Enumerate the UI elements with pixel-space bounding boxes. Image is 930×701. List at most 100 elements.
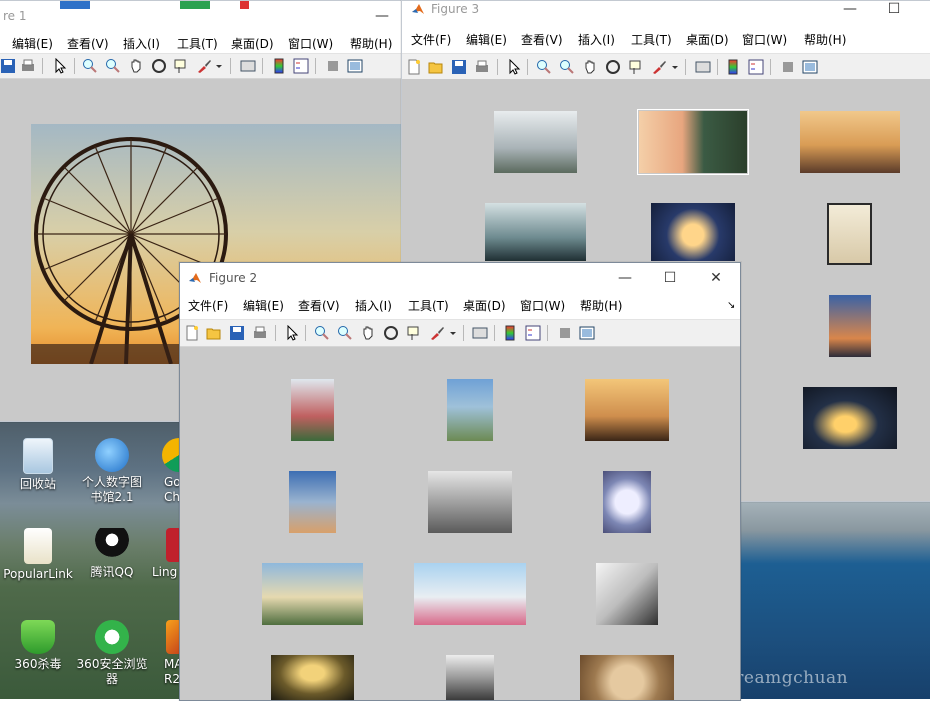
brush-icon[interactable]	[196, 58, 212, 74]
pointer-icon[interactable]	[284, 325, 300, 341]
menu-tools[interactable]: 工具(T)	[177, 35, 218, 52]
dock-arrow-icon[interactable]: ↘	[727, 300, 735, 311]
chevron-down-icon[interactable]	[448, 325, 458, 341]
hide-plot-tools-icon[interactable]	[557, 325, 573, 341]
brush-icon[interactable]	[651, 59, 667, 75]
figure-3-titlebar[interactable]: Figure 3 — ☐	[402, 1, 930, 21]
new-figure-icon[interactable]	[184, 325, 200, 341]
desktop-icon-360-antivirus[interactable]: 360杀毒	[0, 620, 76, 672]
thumbnail-ferris-wheel-buildings[interactable]	[494, 111, 577, 173]
thumbnail-eiffel-tower-dusk[interactable]	[800, 111, 900, 173]
menu-desktop[interactable]: 桌面(D)	[231, 35, 274, 52]
open-folder-icon[interactable]	[206, 325, 222, 341]
thumbnail-eiffel-tower-lights[interactable]	[803, 387, 897, 449]
show-plot-tools-icon[interactable]	[347, 58, 363, 74]
figure-2-titlebar[interactable]: Figure 2 — ☐ ✕	[180, 263, 740, 293]
menu-window[interactable]: 窗口(W)	[288, 35, 333, 52]
minimize-button[interactable]: —	[602, 263, 648, 293]
link-plot-icon[interactable]	[240, 58, 256, 74]
desktop-icon-qq[interactable]: 腾讯QQ	[74, 528, 150, 580]
hide-plot-tools-icon[interactable]	[325, 58, 341, 74]
data-cursor-icon[interactable]	[628, 59, 644, 75]
rotate-3d-icon[interactable]	[151, 58, 167, 74]
data-cursor-icon[interactable]	[173, 58, 189, 74]
thumbnail-stone-bridge-snow[interactable]	[428, 471, 512, 533]
link-plot-icon[interactable]	[472, 325, 488, 341]
zoom-in-icon[interactable]	[536, 59, 552, 75]
thumbnail-ferris-wheel-sunset-selected[interactable]	[637, 109, 749, 175]
open-folder-icon[interactable]	[428, 59, 444, 75]
thumbnail-eiffel-tower-gold[interactable]	[271, 655, 354, 700]
menu-insert[interactable]: 插入(I)	[578, 31, 615, 48]
zoom-in-icon[interactable]	[82, 58, 98, 74]
menu-help[interactable]: 帮助(H)	[580, 297, 622, 314]
thumbnail-eiffel-tower-noise[interactable]	[596, 563, 658, 625]
figure-1-titlebar[interactable]: re 1 —	[0, 1, 403, 31]
thumbnail-eiffel-tower-blue-sky[interactable]	[289, 471, 336, 533]
zoom-out-icon[interactable]	[559, 59, 575, 75]
pointer-icon[interactable]	[506, 59, 522, 75]
menu-view[interactable]: 查看(V)	[67, 35, 109, 52]
menu-file[interactable]: 文件(F)	[188, 297, 228, 314]
desktop-icon-lingoes[interactable]: Ling	[150, 528, 182, 580]
pan-hand-icon[interactable]	[128, 58, 144, 74]
pan-hand-icon[interactable]	[360, 325, 376, 341]
link-plot-icon[interactable]	[695, 59, 711, 75]
pointer-icon[interactable]	[52, 58, 68, 74]
zoom-out-icon[interactable]	[105, 58, 121, 74]
print-icon[interactable]	[252, 325, 268, 341]
thumbnail-ferris-wheel-sketch[interactable]	[603, 471, 651, 533]
colorbar-icon[interactable]	[271, 58, 287, 74]
print-icon[interactable]	[20, 58, 36, 74]
thumbnail-ferris-wheel-night[interactable]	[651, 203, 735, 261]
show-plot-tools-icon[interactable]	[579, 325, 595, 341]
legend-icon[interactable]	[525, 325, 541, 341]
hide-plot-tools-icon[interactable]	[780, 59, 796, 75]
zoom-in-icon[interactable]	[314, 325, 330, 341]
save-icon[interactable]	[229, 325, 245, 341]
rotate-3d-icon[interactable]	[383, 325, 399, 341]
menu-help[interactable]: 帮助(H)	[350, 35, 392, 52]
menu-view[interactable]: 查看(V)	[521, 31, 563, 48]
colorbar-icon[interactable]	[725, 59, 741, 75]
thumbnail-eiffel-tower-sunset[interactable]	[829, 295, 871, 357]
desktop-icon-google-chrome[interactable]: Go Ch	[150, 438, 182, 505]
menu-insert[interactable]: 插入(I)	[123, 35, 160, 52]
thumbnail-ferris-wheel-colorful[interactable]	[291, 379, 334, 441]
thumbnail-eiffel-tower-drawing[interactable]	[827, 203, 872, 265]
maximize-button[interactable]: ☐	[871, 1, 917, 17]
menu-window[interactable]: 窗口(W)	[742, 31, 787, 48]
legend-icon[interactable]	[293, 58, 309, 74]
thumbnail-ferris-wheel-garden[interactable]	[447, 379, 493, 441]
menu-edit[interactable]: 编辑(E)	[243, 297, 284, 314]
show-plot-tools-icon[interactable]	[802, 59, 818, 75]
desktop-icon-matlab[interactable]: MA R2	[150, 620, 182, 687]
thumbnail-ferris-wheel-gray[interactable]	[446, 655, 494, 700]
menu-file[interactable]: 文件(F)	[411, 31, 451, 48]
desktop-icon-popularlink[interactable]: PopularLink	[0, 528, 76, 582]
thumbnail-eiffel-tower-clouds[interactable]	[485, 203, 586, 261]
chevron-down-icon[interactable]	[670, 59, 680, 75]
menu-edit[interactable]: 编辑(E)	[466, 31, 507, 48]
new-figure-icon[interactable]	[406, 59, 422, 75]
minimize-button[interactable]: —	[827, 1, 873, 17]
rotate-3d-icon[interactable]	[605, 59, 621, 75]
save-icon[interactable]	[0, 58, 16, 74]
desktop-icon-digital-library[interactable]: 个人数字图书馆2.1	[74, 438, 150, 505]
pan-hand-icon[interactable]	[582, 59, 598, 75]
thumbnail-ferris-wheel-amusement[interactable]	[414, 563, 526, 625]
figure-2-canvas[interactable]	[180, 347, 740, 700]
menu-tools[interactable]: 工具(T)	[631, 31, 672, 48]
desktop-icon-360-browser[interactable]: 360安全浏览器	[74, 620, 150, 687]
legend-icon[interactable]	[748, 59, 764, 75]
menu-view[interactable]: 查看(V)	[298, 297, 340, 314]
maximize-button[interactable]: ☐	[647, 263, 693, 293]
figure-2-window[interactable]: Figure 2 — ☐ ✕ 文件(F) 编辑(E) 查看(V) 插入(I) 工…	[179, 262, 741, 701]
menu-desktop[interactable]: 桌面(D)	[463, 297, 506, 314]
minimize-button[interactable]: —	[367, 1, 397, 31]
colorbar-icon[interactable]	[502, 325, 518, 341]
thumbnail-ferris-wheel-sepia[interactable]	[580, 655, 674, 700]
brush-icon[interactable]	[429, 325, 445, 341]
thumbnail-eiffel-tower-park[interactable]	[262, 563, 363, 625]
menu-desktop[interactable]: 桌面(D)	[686, 31, 729, 48]
